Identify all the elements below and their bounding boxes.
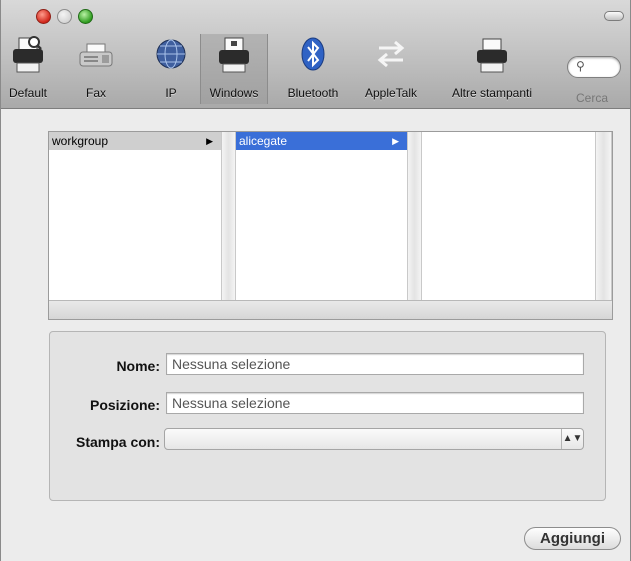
toolbar-item-appletalk[interactable]: AppleTalk [355,34,427,104]
toolbar-label-bluetooth: Bluetooth [287,86,339,100]
browser-row-label: workgroup [52,134,109,148]
printer-icon [13,36,43,73]
printer-browser: workgroup ▶ alicegate ▶ [48,131,613,320]
windows-printer-icon [219,37,249,73]
zoom-button[interactable] [78,9,93,24]
column-divider[interactable] [595,132,612,300]
toolbar-item-other-printers[interactable]: Altre stampanti [437,34,547,104]
location-field[interactable]: Nessuna selezione [166,392,584,414]
disclosure-arrow-icon: ▶ [206,136,213,146]
browser-row-alicegate[interactable]: alicegate ▶ [236,132,407,150]
toolbar-label-other-printers: Altre stampanti [451,86,533,100]
bluetooth-icon [301,37,325,71]
toolbar-item-windows[interactable]: Windows [200,34,268,104]
browser-column-workgroups: workgroup ▶ [49,132,221,300]
toolbar-label-default: Default [8,86,48,100]
disclosure-arrow-icon: ▶ [392,136,399,146]
browser-column-hosts: alicegate ▶ [236,132,407,300]
toolbar-item-fax[interactable]: Fax [79,34,113,104]
search-icon: ⚲ [576,59,585,73]
toolbar-item-default[interactable]: Default [2,34,54,104]
search-field[interactable]: ⚲ [567,56,621,78]
globe-icon [156,39,186,69]
toolbar-label-appletalk: AppleTalk [364,86,418,100]
add-printer-window: Default Fax IP Windows Bluetooth AppleTa… [0,0,631,561]
location-label: Posizione: [89,397,160,413]
toolbar-label-windows: Windows [209,86,259,100]
appletalk-arrows-icon [377,40,405,68]
add-button[interactable]: Aggiungi [524,527,621,550]
print-with-popup[interactable]: ▲▼ [164,428,584,450]
search-label: Cerca [576,91,609,105]
browser-row-label: alicegate [239,134,288,148]
toolbar-label-fax: Fax [85,86,106,100]
minimize-button[interactable] [57,9,72,24]
browser-scrollbar[interactable] [49,300,612,319]
close-button[interactable] [36,9,51,24]
column-divider[interactable] [221,132,236,300]
browser-column-printers [422,132,595,300]
print-with-label: Stampa con: [75,434,160,450]
column-divider[interactable] [407,132,422,300]
printer-icon [477,38,507,73]
toolbar-toggle-button[interactable] [604,11,624,21]
toolbar-item-ip[interactable]: IP [151,34,191,104]
popup-arrows-icon: ▲▼ [561,429,583,449]
toolbar-item-bluetooth[interactable]: Bluetooth [279,34,347,104]
name-field[interactable]: Nessuna selezione [166,353,584,375]
fax-icon [79,43,113,67]
toolbar-label-ip: IP [165,86,177,100]
toolbar: Default Fax IP Windows Bluetooth AppleTa… [1,0,630,109]
browser-row-workgroup[interactable]: workgroup ▶ [49,132,221,150]
name-label: Nome: [116,358,160,374]
